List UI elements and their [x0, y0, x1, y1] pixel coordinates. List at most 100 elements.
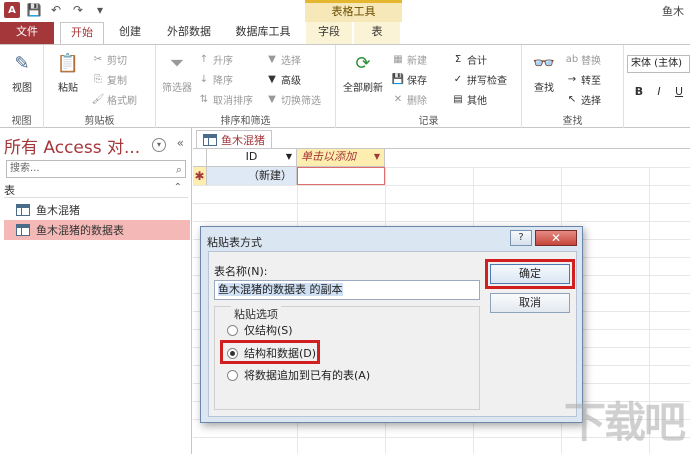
tab-database-tools[interactable]: 数据库工具	[228, 22, 298, 44]
save-record-button[interactable]: 💾 保存	[392, 71, 427, 87]
highlight-box-option	[220, 340, 320, 364]
new-record-row[interactable]: ✱ （新建）	[193, 167, 385, 185]
advanced-filter-button[interactable]: ▼ 高级	[266, 71, 301, 87]
radio-dot[interactable]	[227, 369, 238, 381]
title-bar: A 💾 ↶ ↷ ▾ 表格工具 鱼木	[0, 0, 690, 22]
new-record-button[interactable]: ▦ 新建	[392, 51, 427, 67]
remove-sort-button[interactable]: ⇅ 取消排序	[198, 91, 253, 107]
paste-table-dialog: 粘贴表方式 ? ✕ 表名称(N): 鱼木混猪的数据表 的副本 粘贴选项 仅结构(…	[200, 226, 583, 423]
bold-button[interactable]: B	[632, 85, 646, 99]
select-all-cell[interactable]	[193, 149, 207, 167]
cut-button[interactable]: ✂ 剪切	[92, 51, 127, 67]
group-find: 👓 查找 ab 替换 → 转至 ↖ 选择 查找	[522, 45, 624, 129]
nav-item-table[interactable]: 鱼木混猪	[4, 200, 190, 220]
group-view: ✎ 视图 视图	[0, 45, 44, 129]
table-name-input[interactable]: 鱼木混猪的数据表 的副本	[214, 280, 480, 300]
search-icon: ⌕	[175, 163, 182, 176]
save-record-icon: 💾	[391, 73, 405, 85]
save-icon[interactable]: 💾	[26, 2, 42, 18]
refresh-icon: ⟳	[355, 52, 371, 74]
tab-fields[interactable]: 字段	[306, 22, 352, 44]
tab-create[interactable]: 创建	[110, 22, 150, 44]
column-header-add[interactable]: 单击以添加 ▼	[297, 149, 385, 167]
ribbon: ✎ 视图 视图 📋 粘贴 ✂ 剪切 ⎘ 复制 🖌 格式刷 剪贴板 ⏷ 筛选器 ↑ 升序 …	[0, 44, 690, 129]
paste-options-group: 粘贴选项 仅结构(S) 结构和数据(D) 将数据追加到已有的表(A)	[214, 306, 480, 410]
filter-button[interactable]: ⏷ 筛选器	[158, 49, 196, 95]
add-column-dropdown-icon[interactable]: ▼	[374, 149, 380, 165]
italic-button[interactable]: I	[652, 85, 666, 99]
nav-item-table-selected[interactable]: 鱼木混猪的数据表	[4, 220, 190, 240]
close-button[interactable]: ✕	[535, 230, 577, 246]
delete-icon: ✕	[393, 93, 403, 105]
selection-filter-icon: ▼	[268, 53, 276, 65]
new-record-id-cell[interactable]: （新建）	[207, 167, 297, 185]
document-tab[interactable]: 鱼木混猪	[196, 130, 272, 148]
spelling-icon: ✓	[453, 73, 463, 85]
group-clipboard: 📋 粘贴 ✂ 剪切 ⎘ 复制 🖌 格式刷 剪贴板	[44, 45, 156, 129]
more-icon: ▤	[453, 93, 463, 105]
collapse-pane-icon[interactable]: «	[177, 136, 184, 150]
view-button[interactable]: ✎ 视图	[6, 49, 38, 95]
funnel-icon: ⏷	[169, 52, 185, 74]
undo-icon[interactable]: ↶	[48, 2, 64, 18]
more-button[interactable]: ▤ 其他	[452, 91, 487, 107]
tab-external-data[interactable]: 外部数据	[158, 22, 220, 44]
table-icon	[16, 224, 30, 236]
format-painter-button[interactable]: 🖌 格式刷	[92, 91, 137, 107]
tab-file[interactable]: 文件	[0, 22, 54, 44]
design-view-icon: ✎	[14, 52, 30, 74]
find-button[interactable]: 👓 查找	[528, 49, 560, 95]
sort-descending-button[interactable]: ↓ 降序	[198, 71, 233, 87]
paste-icon: 📋	[56, 52, 80, 74]
radio-structure-only[interactable]: 仅结构(S)	[227, 322, 293, 338]
delete-record-button[interactable]: ✕ 删除	[392, 91, 427, 107]
nav-menu-icon[interactable]: ▾	[152, 138, 166, 152]
sort-dropdown-icon[interactable]: ▼	[286, 149, 292, 165]
dialog-body: 表名称(N): 鱼木混猪的数据表 的副本 粘贴选项 仅结构(S) 结构和数据(D…	[208, 251, 577, 417]
nav-header[interactable]: 所有 Access 对... ▾ «	[4, 132, 188, 158]
navigation-pane: 所有 Access 对... ▾ « 搜索... ⌕ 表 ⌃ 鱼木混猪 鱼木混猪…	[0, 128, 192, 454]
radio-dot[interactable]	[227, 324, 238, 336]
customize-qat-icon[interactable]: ▾	[92, 2, 108, 18]
select-button[interactable]: ↖ 选择	[566, 91, 601, 107]
paste-options-legend: 粘贴选项	[231, 306, 281, 322]
cancel-button[interactable]: 取消	[490, 293, 570, 313]
access-logo-icon: A	[4, 2, 20, 18]
column-header-row: ID ▼ 单击以添加 ▼	[193, 149, 690, 167]
selection-filter-button[interactable]: ▼ 选择	[266, 51, 301, 67]
remove-sort-icon: ⇅	[199, 93, 209, 105]
help-button[interactable]: ?	[510, 230, 532, 246]
spelling-button[interactable]: ✓ 拼写检查	[452, 71, 507, 87]
new-record-add-cell[interactable]	[297, 167, 385, 185]
radio-append-data[interactable]: 将数据追加到已有的表(A)	[227, 367, 370, 383]
column-header-id[interactable]: ID ▼	[207, 149, 297, 167]
new-record-icon: ✱	[193, 167, 207, 185]
replace-button[interactable]: ab 替换	[566, 51, 601, 67]
totals-button[interactable]: Σ 合计	[452, 51, 487, 67]
table-name-label: 表名称(N):	[214, 265, 268, 278]
group-records: ⟳ 全部刷新 ▦ 新建 💾 保存 ✕ 删除 Σ 合计 ✓ 拼写检查 ▤ 其他 记录	[336, 45, 522, 129]
copy-icon: ⎘	[94, 73, 102, 85]
sort-ascending-button[interactable]: ↑ 升序	[198, 51, 233, 67]
goto-button[interactable]: → 转至	[566, 71, 601, 87]
tab-table[interactable]: 表	[354, 22, 400, 44]
redo-icon[interactable]: ↷	[70, 2, 86, 18]
refresh-all-button[interactable]: ⟳ 全部刷新	[340, 49, 386, 95]
tab-home[interactable]: 开始	[60, 22, 104, 44]
new-record-icon: ▦	[393, 53, 403, 65]
table-icon	[16, 204, 30, 216]
chevron-up-icon: ⌃	[173, 182, 182, 193]
underline-button[interactable]: U	[672, 85, 686, 99]
font-select[interactable]: 宋体 (主体)	[627, 55, 690, 73]
toggle-filter-button[interactable]: ▼ 切换筛选	[266, 91, 321, 107]
context-group-table-tools: 表格工具	[305, 0, 402, 22]
cursor-icon: ↖	[567, 93, 577, 105]
toggle-filter-icon: ▼	[268, 93, 276, 105]
nav-section-tables[interactable]: 表 ⌃	[4, 182, 188, 198]
brush-icon: 🖌	[91, 93, 105, 105]
nav-search-input[interactable]: 搜索... ⌕	[6, 160, 186, 178]
goto-icon: →	[567, 73, 577, 85]
copy-button[interactable]: ⎘ 复制	[92, 71, 127, 87]
replace-icon: ab	[565, 53, 579, 65]
paste-button[interactable]: 📋 粘贴	[52, 49, 84, 95]
